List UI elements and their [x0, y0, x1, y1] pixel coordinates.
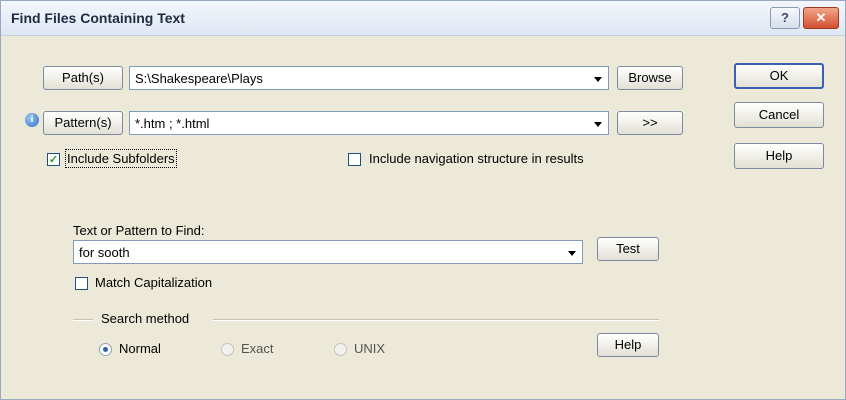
path-dropdown-arrow-icon[interactable]	[594, 77, 602, 82]
path-value: S:\Shakespeare\Plays	[135, 71, 263, 86]
paths-button-label: Path(s)	[62, 70, 104, 85]
patterns-button-label: Pattern(s)	[54, 115, 112, 130]
match-capitalization-label[interactable]: Match Capitalization	[95, 275, 212, 290]
paths-button[interactable]: Path(s)	[43, 66, 123, 90]
unix-label[interactable]: UNIX	[354, 341, 385, 356]
find-files-dialog: Find Files Containing Text ? ✕ Path(s) S…	[0, 0, 846, 400]
test-button-label: Test	[616, 241, 640, 256]
include-navigation-checkbox[interactable]	[348, 153, 361, 166]
exact-radio[interactable]	[221, 343, 234, 356]
find-text-combobox[interactable]: for sooth	[73, 240, 583, 264]
find-text-dropdown-arrow-icon[interactable]	[568, 251, 576, 256]
include-subfolders-checkbox[interactable]: ✓	[47, 153, 60, 166]
find-text-label: Text or Pattern to Find:	[73, 223, 205, 238]
info-icon[interactable]: i	[25, 113, 39, 127]
unix-radio[interactable]	[334, 343, 347, 356]
close-button[interactable]: ✕	[803, 7, 839, 29]
more-patterns-button[interactable]: >>	[617, 111, 683, 135]
dialog-title: Find Files Containing Text	[11, 10, 185, 26]
ok-button-label: OK	[769, 68, 789, 83]
normal-label[interactable]: Normal	[119, 341, 161, 356]
search-method-label: Search method	[101, 311, 190, 326]
help-button-label: Help	[765, 148, 793, 163]
title-bar[interactable]: Find Files Containing Text ? ✕	[1, 1, 845, 36]
normal-radio[interactable]	[99, 343, 112, 356]
search-help-label: Help	[614, 337, 642, 352]
search-help-button[interactable]: Help	[597, 333, 659, 357]
cancel-button[interactable]: Cancel	[734, 102, 824, 128]
pattern-dropdown-arrow-icon[interactable]	[594, 122, 602, 127]
ok-button[interactable]: OK	[734, 63, 824, 89]
search-method-line-left	[73, 319, 93, 321]
browse-button[interactable]: Browse	[617, 66, 683, 90]
help-button[interactable]: Help	[734, 143, 824, 169]
match-capitalization-checkbox[interactable]	[75, 277, 88, 290]
exact-label[interactable]: Exact	[241, 341, 274, 356]
more-patterns-label: >>	[642, 115, 658, 130]
find-text-value: for sooth	[79, 245, 130, 260]
cancel-button-label: Cancel	[758, 107, 800, 122]
search-method-line-right	[213, 319, 659, 321]
path-combobox[interactable]: S:\Shakespeare\Plays	[129, 66, 609, 90]
patterns-button[interactable]: Pattern(s)	[43, 111, 123, 135]
browse-button-label: Browse	[628, 70, 672, 85]
include-navigation-label[interactable]: Include navigation structure in results	[369, 151, 584, 166]
title-help-button[interactable]: ?	[770, 7, 800, 29]
pattern-combobox[interactable]: *.htm ; *.html	[129, 111, 609, 135]
test-button[interactable]: Test	[597, 237, 659, 261]
include-subfolders-label[interactable]: Include Subfolders	[65, 149, 177, 168]
pattern-value: *.htm ; *.html	[135, 116, 210, 131]
